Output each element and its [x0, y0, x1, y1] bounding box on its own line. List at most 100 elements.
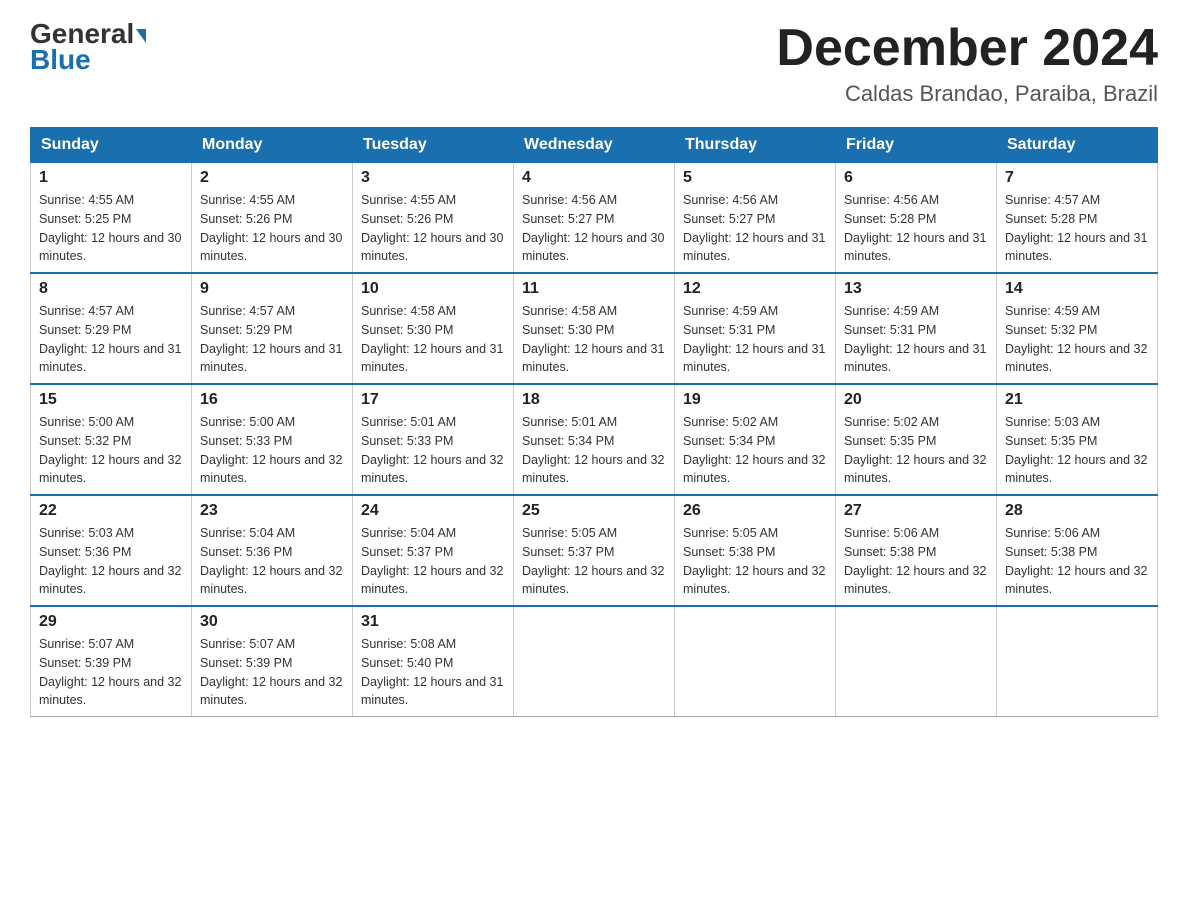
calendar-day-cell: 14 Sunrise: 4:59 AMSunset: 5:32 PMDaylig… [997, 273, 1158, 384]
calendar-day-cell: 5 Sunrise: 4:56 AMSunset: 5:27 PMDayligh… [675, 163, 836, 274]
weekday-header-monday: Monday [192, 128, 353, 163]
calendar-day-cell: 2 Sunrise: 4:55 AMSunset: 5:26 PMDayligh… [192, 163, 353, 274]
day-info: Sunrise: 5:04 AMSunset: 5:37 PMDaylight:… [361, 526, 503, 596]
calendar-day-cell: 29 Sunrise: 5:07 AMSunset: 5:39 PMDaylig… [31, 606, 192, 717]
day-number: 20 [844, 391, 988, 409]
day-info: Sunrise: 5:00 AMSunset: 5:33 PMDaylight:… [200, 415, 342, 485]
day-number: 22 [39, 502, 183, 520]
day-number: 6 [844, 169, 988, 187]
day-info: Sunrise: 5:02 AMSunset: 5:34 PMDaylight:… [683, 415, 825, 485]
calendar-day-cell: 16 Sunrise: 5:00 AMSunset: 5:33 PMDaylig… [192, 384, 353, 495]
day-number: 14 [1005, 280, 1149, 298]
day-number: 26 [683, 502, 827, 520]
day-info: Sunrise: 4:57 AMSunset: 5:29 PMDaylight:… [200, 304, 342, 374]
day-info: Sunrise: 4:57 AMSunset: 5:28 PMDaylight:… [1005, 193, 1147, 263]
day-info: Sunrise: 5:06 AMSunset: 5:38 PMDaylight:… [1005, 526, 1147, 596]
day-info: Sunrise: 4:59 AMSunset: 5:31 PMDaylight:… [844, 304, 986, 374]
day-number: 9 [200, 280, 344, 298]
day-info: Sunrise: 4:59 AMSunset: 5:32 PMDaylight:… [1005, 304, 1147, 374]
calendar-week-row: 1 Sunrise: 4:55 AMSunset: 5:25 PMDayligh… [31, 163, 1158, 274]
day-number: 4 [522, 169, 666, 187]
calendar-day-cell: 9 Sunrise: 4:57 AMSunset: 5:29 PMDayligh… [192, 273, 353, 384]
calendar-day-cell: 12 Sunrise: 4:59 AMSunset: 5:31 PMDaylig… [675, 273, 836, 384]
day-info: Sunrise: 5:07 AMSunset: 5:39 PMDaylight:… [39, 637, 181, 707]
calendar-day-cell: 7 Sunrise: 4:57 AMSunset: 5:28 PMDayligh… [997, 163, 1158, 274]
day-info: Sunrise: 4:56 AMSunset: 5:28 PMDaylight:… [844, 193, 986, 263]
day-info: Sunrise: 4:55 AMSunset: 5:26 PMDaylight:… [361, 193, 503, 263]
day-number: 28 [1005, 502, 1149, 520]
day-number: 2 [200, 169, 344, 187]
calendar-day-cell [514, 606, 675, 717]
calendar-day-cell: 11 Sunrise: 4:58 AMSunset: 5:30 PMDaylig… [514, 273, 675, 384]
day-info: Sunrise: 5:05 AMSunset: 5:37 PMDaylight:… [522, 526, 664, 596]
calendar-day-cell: 23 Sunrise: 5:04 AMSunset: 5:36 PMDaylig… [192, 495, 353, 606]
calendar-day-cell: 21 Sunrise: 5:03 AMSunset: 5:35 PMDaylig… [997, 384, 1158, 495]
calendar-day-cell: 1 Sunrise: 4:55 AMSunset: 5:25 PMDayligh… [31, 163, 192, 274]
day-number: 24 [361, 502, 505, 520]
day-number: 11 [522, 280, 666, 298]
logo: General Blue [30, 20, 146, 74]
day-number: 18 [522, 391, 666, 409]
day-info: Sunrise: 5:01 AMSunset: 5:34 PMDaylight:… [522, 415, 664, 485]
calendar-day-cell: 10 Sunrise: 4:58 AMSunset: 5:30 PMDaylig… [353, 273, 514, 384]
day-number: 21 [1005, 391, 1149, 409]
day-info: Sunrise: 5:04 AMSunset: 5:36 PMDaylight:… [200, 526, 342, 596]
weekday-header-wednesday: Wednesday [514, 128, 675, 163]
day-info: Sunrise: 5:03 AMSunset: 5:35 PMDaylight:… [1005, 415, 1147, 485]
calendar-day-cell: 30 Sunrise: 5:07 AMSunset: 5:39 PMDaylig… [192, 606, 353, 717]
calendar-day-cell: 8 Sunrise: 4:57 AMSunset: 5:29 PMDayligh… [31, 273, 192, 384]
day-number: 15 [39, 391, 183, 409]
day-number: 1 [39, 169, 183, 187]
calendar-day-cell [836, 606, 997, 717]
day-number: 29 [39, 613, 183, 631]
day-number: 13 [844, 280, 988, 298]
month-title: December 2024 [776, 20, 1158, 77]
day-info: Sunrise: 5:01 AMSunset: 5:33 PMDaylight:… [361, 415, 503, 485]
weekday-header-friday: Friday [836, 128, 997, 163]
day-info: Sunrise: 4:58 AMSunset: 5:30 PMDaylight:… [361, 304, 503, 374]
day-number: 25 [522, 502, 666, 520]
calendar-day-cell: 25 Sunrise: 5:05 AMSunset: 5:37 PMDaylig… [514, 495, 675, 606]
day-info: Sunrise: 4:55 AMSunset: 5:26 PMDaylight:… [200, 193, 342, 263]
day-number: 5 [683, 169, 827, 187]
calendar-day-cell: 27 Sunrise: 5:06 AMSunset: 5:38 PMDaylig… [836, 495, 997, 606]
calendar-day-cell [997, 606, 1158, 717]
calendar-week-row: 15 Sunrise: 5:00 AMSunset: 5:32 PMDaylig… [31, 384, 1158, 495]
day-number: 10 [361, 280, 505, 298]
calendar-week-row: 29 Sunrise: 5:07 AMSunset: 5:39 PMDaylig… [31, 606, 1158, 717]
calendar-week-row: 22 Sunrise: 5:03 AMSunset: 5:36 PMDaylig… [31, 495, 1158, 606]
day-number: 23 [200, 502, 344, 520]
logo-blue-text: Blue [30, 46, 91, 74]
day-number: 3 [361, 169, 505, 187]
day-info: Sunrise: 4:57 AMSunset: 5:29 PMDaylight:… [39, 304, 181, 374]
day-info: Sunrise: 4:56 AMSunset: 5:27 PMDaylight:… [522, 193, 664, 263]
location-title: Caldas Brandao, Paraiba, Brazil [776, 81, 1158, 107]
day-number: 30 [200, 613, 344, 631]
weekday-header-thursday: Thursday [675, 128, 836, 163]
calendar-day-cell: 4 Sunrise: 4:56 AMSunset: 5:27 PMDayligh… [514, 163, 675, 274]
calendar-day-cell: 22 Sunrise: 5:03 AMSunset: 5:36 PMDaylig… [31, 495, 192, 606]
calendar-day-cell: 17 Sunrise: 5:01 AMSunset: 5:33 PMDaylig… [353, 384, 514, 495]
calendar-day-cell: 13 Sunrise: 4:59 AMSunset: 5:31 PMDaylig… [836, 273, 997, 384]
calendar-day-cell: 3 Sunrise: 4:55 AMSunset: 5:26 PMDayligh… [353, 163, 514, 274]
day-info: Sunrise: 4:55 AMSunset: 5:25 PMDaylight:… [39, 193, 181, 263]
title-block: December 2024 Caldas Brandao, Paraiba, B… [776, 20, 1158, 107]
calendar-table: SundayMondayTuesdayWednesdayThursdayFrid… [30, 127, 1158, 717]
day-info: Sunrise: 5:05 AMSunset: 5:38 PMDaylight:… [683, 526, 825, 596]
weekday-header-sunday: Sunday [31, 128, 192, 163]
day-number: 8 [39, 280, 183, 298]
day-number: 27 [844, 502, 988, 520]
calendar-week-row: 8 Sunrise: 4:57 AMSunset: 5:29 PMDayligh… [31, 273, 1158, 384]
day-number: 19 [683, 391, 827, 409]
day-info: Sunrise: 5:06 AMSunset: 5:38 PMDaylight:… [844, 526, 986, 596]
day-info: Sunrise: 4:58 AMSunset: 5:30 PMDaylight:… [522, 304, 664, 374]
day-info: Sunrise: 5:07 AMSunset: 5:39 PMDaylight:… [200, 637, 342, 707]
day-number: 16 [200, 391, 344, 409]
day-info: Sunrise: 5:02 AMSunset: 5:35 PMDaylight:… [844, 415, 986, 485]
day-info: Sunrise: 4:56 AMSunset: 5:27 PMDaylight:… [683, 193, 825, 263]
calendar-day-cell: 31 Sunrise: 5:08 AMSunset: 5:40 PMDaylig… [353, 606, 514, 717]
day-number: 17 [361, 391, 505, 409]
calendar-day-cell: 28 Sunrise: 5:06 AMSunset: 5:38 PMDaylig… [997, 495, 1158, 606]
day-info: Sunrise: 4:59 AMSunset: 5:31 PMDaylight:… [683, 304, 825, 374]
calendar-day-cell: 26 Sunrise: 5:05 AMSunset: 5:38 PMDaylig… [675, 495, 836, 606]
